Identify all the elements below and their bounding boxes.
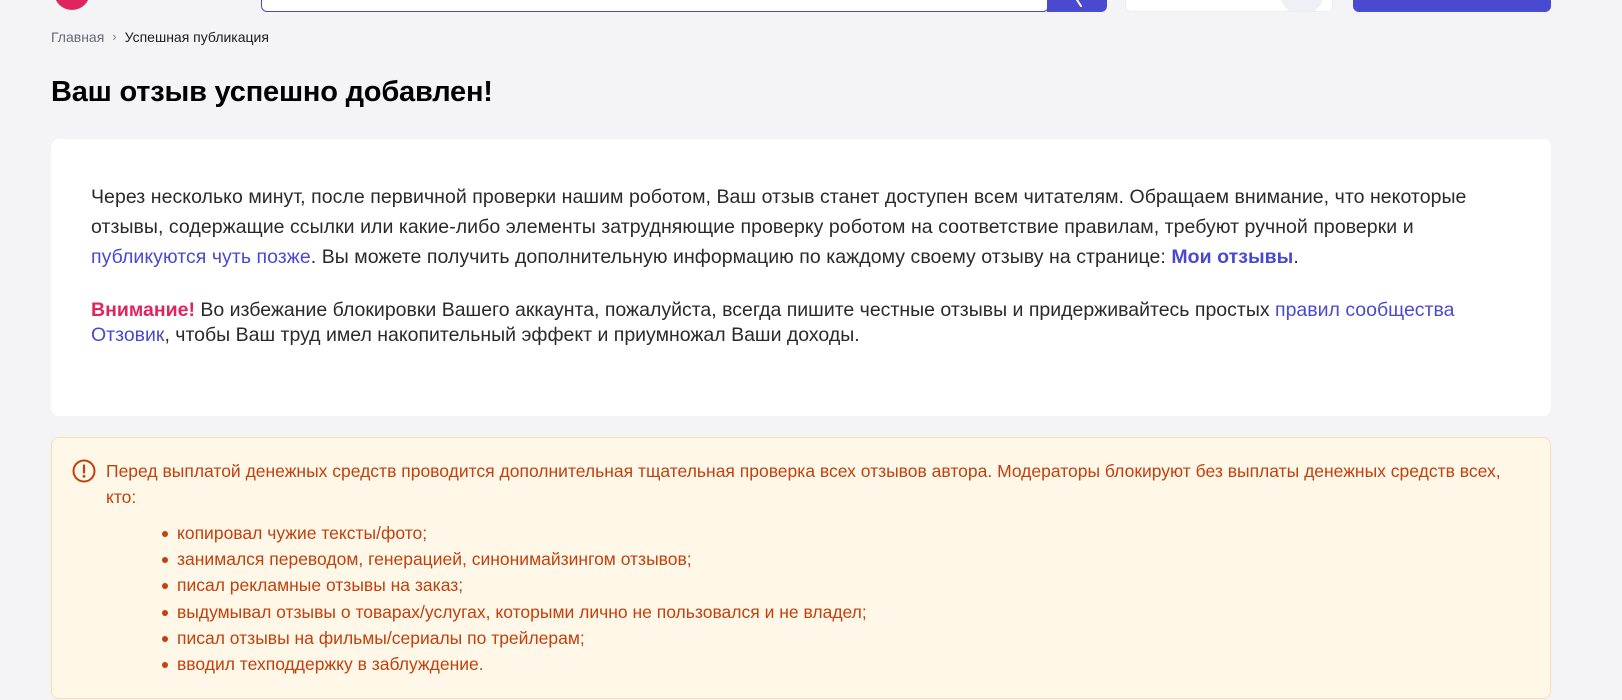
- info-text-part-1: Через несколько минут, после первичной п…: [91, 186, 1467, 238]
- list-item: писал отзывы на фильмы/сериалы по трейле…: [162, 625, 1510, 651]
- published-later-link[interactable]: публикуются чуть позже: [91, 246, 311, 268]
- list-item: вводил техподдержку в заблуждение.: [162, 651, 1510, 677]
- add-review-button[interactable]: [1353, 0, 1551, 12]
- violation-list: копировал чужие тексты/фото; занимался п…: [72, 520, 1510, 677]
- search-button[interactable]: [1047, 0, 1107, 12]
- attention-label: Внимание!: [91, 299, 195, 321]
- warning-paragraph: Внимание! Во избежание блокировки Вашего…: [91, 298, 1513, 348]
- info-text-part-2: . Вы можете получить дополнительную инфо…: [310, 246, 1172, 268]
- payout-notice: Перед выплатой денежных средств проводит…: [51, 437, 1551, 699]
- avatar[interactable]: [1280, 0, 1324, 11]
- breadcrumb: Главная › Успешная публикация: [51, 28, 269, 46]
- user-menu[interactable]: [1125, 0, 1333, 12]
- notice-text: Перед выплатой денежных средств проводит…: [106, 461, 1501, 507]
- list-item: занимался переводом, генерацией, синоним…: [162, 546, 1510, 572]
- breadcrumb-home-link[interactable]: Главная: [51, 28, 104, 46]
- search-input[interactable]: [261, 0, 1049, 12]
- otzovik-logo-icon[interactable]: [54, 0, 90, 10]
- warning-text-part-2: , чтобы Ваш труд имел накопительный эффе…: [164, 324, 860, 346]
- page-title: Ваш отзыв успешно добавлен!: [51, 76, 493, 108]
- info-paragraph: Через несколько минут, после первичной п…: [91, 182, 1513, 272]
- breadcrumb-current: Успешная публикация: [124, 29, 269, 45]
- list-item: писал рекламные отзывы на заказ;: [162, 572, 1510, 598]
- list-item: копировал чужие тексты/фото;: [162, 520, 1510, 546]
- search-icon: [1076, 0, 1082, 7]
- exclamation-circle-icon: [72, 459, 96, 483]
- breadcrumb-separator: ›: [112, 29, 117, 44]
- info-text-part-3: .: [1293, 246, 1299, 268]
- list-item: выдумывал отзывы о товарах/услугах, кото…: [162, 599, 1510, 625]
- warning-text-part-1: Во избежание блокировки Вашего аккаунта,…: [194, 299, 1276, 321]
- success-info-card: Через несколько минут, после первичной п…: [51, 139, 1551, 416]
- site-header: [0, 0, 1622, 14]
- notice-header: Перед выплатой денежных средств проводит…: [72, 458, 1510, 510]
- my-reviews-link[interactable]: Мои отзывы: [1171, 246, 1293, 268]
